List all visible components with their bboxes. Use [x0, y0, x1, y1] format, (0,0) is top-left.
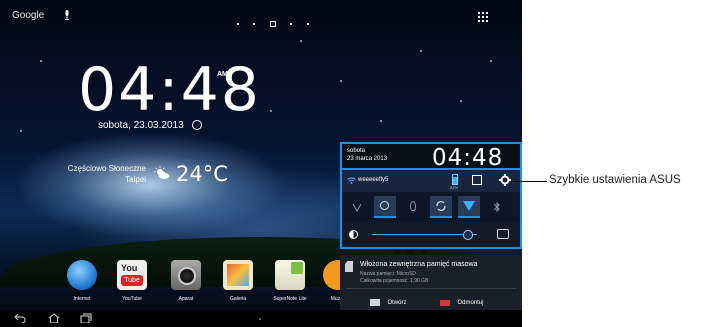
weather-widget-text[interactable]: Częściowo Słoneczne Taipei	[62, 163, 146, 185]
wifi-network-name: weeeeefly5	[358, 177, 389, 183]
app-dock: Internet You Tube YouTube Aparat Galeria	[0, 260, 353, 310]
storage-notification[interactable]: Włożona zewnętrzna pamięć masowa Nazwa p…	[340, 255, 522, 310]
unmount-icon	[440, 299, 450, 306]
battery-icon	[452, 174, 458, 185]
brightness-slider-thumb[interactable]	[462, 230, 473, 240]
google-search-button[interactable]: Google	[12, 10, 44, 21]
open-button-label: Otwórz	[387, 299, 407, 306]
qs-brightness-row	[340, 222, 522, 249]
callout-line	[513, 181, 547, 182]
navigation-bar	[0, 310, 522, 327]
weather-temperature: 24°C	[176, 162, 228, 186]
star	[20, 130, 22, 132]
power-saver-icon[interactable]	[402, 196, 424, 218]
qs-date: 23 marca 2013	[347, 156, 388, 162]
unmount-button[interactable]: Odmontuj	[440, 294, 484, 306]
brightness-slider-track[interactable]	[372, 234, 477, 235]
status-bar: Google	[0, 0, 522, 34]
callout-label: Szybkie ustawienia ASUS	[549, 174, 681, 186]
unmount-button-label: Odmontuj	[457, 299, 484, 306]
sound-toggle-icon[interactable]	[458, 196, 480, 218]
supernote-icon	[275, 260, 305, 290]
globe-icon	[67, 260, 97, 290]
dock-app-gallery[interactable]: Galeria	[210, 260, 266, 302]
star	[490, 60, 492, 62]
gps-toggle-icon[interactable]	[374, 196, 396, 218]
clock-ampm: AM	[217, 71, 228, 78]
page-dot-current	[269, 20, 276, 27]
notification-title: Włożona zewnętrzna pamięć masowa	[360, 261, 478, 268]
page-indicator	[232, 15, 314, 33]
dock-app-youtube[interactable]: You Tube YouTube	[104, 260, 160, 302]
alarm-icon	[192, 120, 202, 130]
battery-percent: 82%	[450, 185, 459, 190]
auto-rotate-icon[interactable]	[430, 196, 452, 218]
qs-day: sobota	[347, 148, 366, 154]
partly-sunny-icon	[154, 166, 170, 179]
dock-app-label: Galeria	[229, 296, 247, 302]
bluetooth-icon[interactable]	[486, 196, 508, 218]
dock-app-label: YouTube	[122, 296, 142, 302]
folder-icon	[370, 299, 380, 307]
tablet-screen: Google 04:48 AM sobota, 23.03.2013 Częśc…	[0, 0, 522, 327]
gear-icon[interactable]	[499, 174, 511, 186]
clock-date: sobota, 23.03.2013	[98, 120, 184, 131]
youtube-icon: You Tube	[117, 260, 147, 290]
camera-icon	[171, 260, 201, 290]
page-dot	[253, 22, 256, 25]
gallery-icon	[223, 260, 253, 290]
weather-description: Częściowo Słoneczne	[67, 164, 146, 173]
star	[300, 40, 302, 42]
page-dot	[290, 22, 293, 25]
notification-capacity: Całkowita pojemność: 1,90 GB	[360, 278, 429, 284]
quick-settings-panel: sobota 23 marca 2013 04:48 weeeeefly5 82…	[340, 142, 522, 310]
clock-time[interactable]: 04:48	[78, 60, 261, 120]
notification-storage-name: Nazwa pamięci: MicroSD	[360, 271, 416, 277]
page-dot	[306, 22, 309, 25]
wifi-toggle-icon[interactable]	[346, 196, 368, 218]
page-dot	[237, 22, 239, 25]
open-button[interactable]: Otwórz	[370, 294, 407, 307]
weather-city: Taipei	[125, 175, 146, 184]
star	[270, 110, 272, 112]
qs-toggle-row	[340, 192, 522, 222]
screenshot-settings-icon[interactable]	[472, 175, 482, 185]
dock-app-label: Aparat	[178, 296, 194, 302]
dock-app-internet[interactable]: Internet	[54, 260, 110, 302]
qs-status-row: weeeeefly5 82%	[340, 170, 522, 192]
auto-brightness-icon[interactable]	[497, 229, 509, 239]
nav-indicator	[259, 318, 261, 320]
dock-app-label: Internet	[73, 296, 91, 302]
sd-card-icon	[345, 261, 353, 272]
star	[380, 120, 382, 122]
notification-divider	[346, 288, 516, 289]
star	[420, 50, 422, 52]
apps-grid-icon[interactable]	[478, 12, 488, 22]
star	[340, 80, 342, 82]
star	[460, 100, 462, 102]
back-icon[interactable]	[14, 313, 26, 323]
dock-app-camera[interactable]: Aparat	[158, 260, 214, 302]
mic-icon[interactable]	[64, 10, 70, 20]
brightness-icon	[349, 230, 358, 239]
quick-settings-header: sobota 23 marca 2013 04:48	[340, 142, 522, 171]
star	[40, 60, 42, 62]
wifi-signal-icon	[347, 177, 356, 184]
home-icon[interactable]	[48, 313, 60, 323]
qs-time: 04:48	[432, 145, 504, 171]
recent-apps-icon[interactable]	[80, 313, 92, 323]
